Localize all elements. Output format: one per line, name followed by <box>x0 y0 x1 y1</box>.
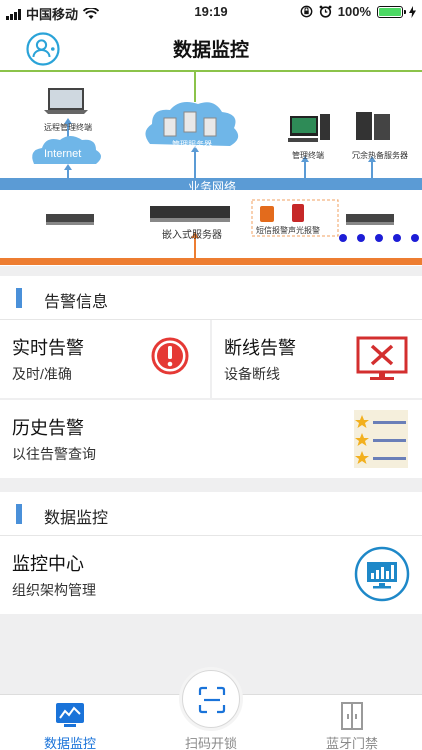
disconnect-alarm-title: 断线告警 <box>224 338 296 358</box>
data-monitor-icon <box>56 703 84 727</box>
sound-light-alarm-icon <box>292 204 304 222</box>
realtime-alarm-card[interactable]: 实时告警 及时/准确 <box>0 320 210 398</box>
section-marker <box>16 504 22 524</box>
more-devices-dots <box>339 234 419 242</box>
label-embedded-server: 嵌入式服务器 <box>162 230 222 241</box>
tab-bluetooth-door-label: 蓝牙门禁 <box>325 736 378 750</box>
history-alarm-subtitle: 以往告警查询 <box>12 446 96 462</box>
tab-bluetooth-door[interactable]: 蓝牙门禁 <box>282 695 422 750</box>
status-bar: 中国移动 19:19 100% <box>0 0 422 24</box>
monitor-center-subtitle: 组织架构管理 <box>12 582 96 598</box>
history-alarm-title: 历史告警 <box>12 418 84 438</box>
exclamation-alert-icon <box>151 337 189 375</box>
nav-bar: 数据监控 <box>0 24 422 70</box>
tab-scan-unlock-label: 扫码开锁 <box>184 736 237 750</box>
label-internet: Internet <box>44 148 82 160</box>
monitor-disconnect-icon <box>356 336 408 380</box>
chart-monitor-icon <box>354 546 410 602</box>
network-topology-diagram: 远程管理终端 Internet 管理服务器 管理终端 冗余热备服务器 业务网络 … <box>0 70 422 266</box>
label-redundant-server: 冗余热备服务器 <box>352 151 408 160</box>
monitor-center-card[interactable]: 监控中心 组织架构管理 <box>0 536 422 614</box>
section-marker <box>16 288 22 308</box>
page-title: 数据监控 <box>172 40 249 61</box>
label-sms-alarm: 短信报警 <box>256 226 288 235</box>
label-sound-light-alarm: 声光报警 <box>288 226 320 235</box>
alarm-section-header: 告警信息 <box>0 276 422 320</box>
battery-percent: 100% <box>337 4 371 19</box>
door-icon <box>341 702 363 730</box>
embedded-servers <box>46 206 394 225</box>
charging-icon <box>409 5 416 18</box>
rack-server-icon <box>356 112 390 140</box>
tab-data-monitor[interactable]: 数据监控 <box>0 695 140 750</box>
realtime-alarm-title: 实时告警 <box>12 338 84 358</box>
alarm-icon <box>319 5 332 18</box>
disconnect-alarm-card[interactable]: 断线告警 设备断线 <box>212 320 422 398</box>
monitor-center-title: 监控中心 <box>12 554 84 574</box>
sms-alarm-icon <box>260 206 274 222</box>
desktop-pc-icon <box>288 114 330 142</box>
disconnect-alarm-subtitle: 设备断线 <box>224 366 280 382</box>
monitor-section-title: 数据监控 <box>44 510 109 527</box>
history-alarm-card[interactable]: 历史告警 以往告警查询 <box>0 400 422 478</box>
realtime-alarm-subtitle: 及时/准确 <box>12 366 72 382</box>
scan-button[interactable] <box>182 670 240 728</box>
battery-icon <box>377 5 406 18</box>
alarm-section-title: 告警信息 <box>44 294 109 311</box>
tab-data-monitor-label: 数据监控 <box>43 736 96 750</box>
label-management-terminal: 管理终端 <box>292 151 324 160</box>
status-right: 100% <box>300 4 416 19</box>
laptop-icon <box>44 88 88 114</box>
label-remote-terminal: 远程管理终端 <box>44 123 92 132</box>
scan-icon <box>198 686 226 714</box>
star-list-icon <box>354 410 408 468</box>
rotation-lock-icon <box>300 5 313 18</box>
monitor-section-header: 数据监控 <box>0 492 422 536</box>
label-business-network: 业务网络 <box>188 180 237 194</box>
label-management-server: 管理服务器 <box>172 140 212 149</box>
